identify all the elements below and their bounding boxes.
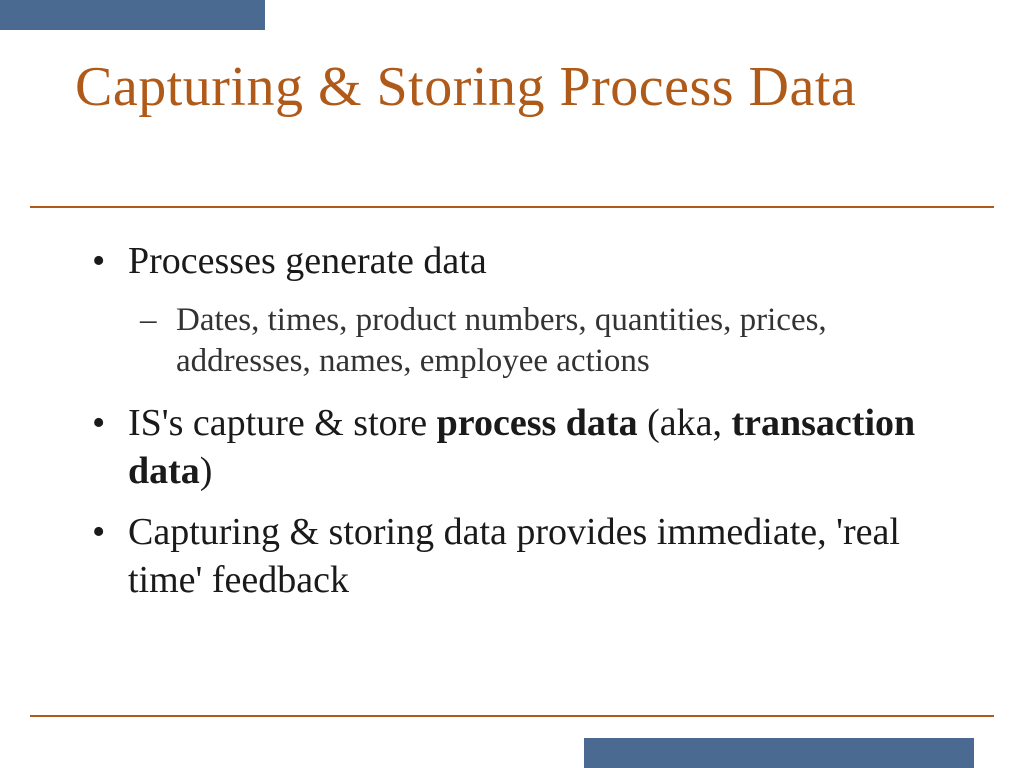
bullet-list: Processes generate data Dates, times, pr… — [80, 238, 964, 618]
bullet-2-text-mid: (aka, — [638, 402, 732, 444]
slide-title: Capturing & Storing Process Data — [75, 55, 974, 119]
bullet-2-text-post: ) — [200, 450, 213, 492]
bullet-item-3: Capturing & storing data provides immedi… — [80, 509, 964, 604]
divider-top — [30, 206, 994, 208]
bullet-item-2: IS's capture & store process data (aka, … — [80, 400, 964, 495]
divider-bottom — [30, 715, 994, 717]
bullet-2-bold-1: process data — [437, 402, 638, 444]
bullet-subitem-1a: Dates, times, product numbers, quantitie… — [80, 300, 964, 383]
bullet-item-1: Processes generate data — [80, 238, 964, 286]
accent-bar-top — [0, 0, 265, 30]
slide-content: Capturing & Storing Process Data — [75, 55, 974, 119]
bullet-2-text-pre: IS's capture & store — [128, 402, 437, 444]
accent-bar-bottom — [584, 738, 974, 768]
